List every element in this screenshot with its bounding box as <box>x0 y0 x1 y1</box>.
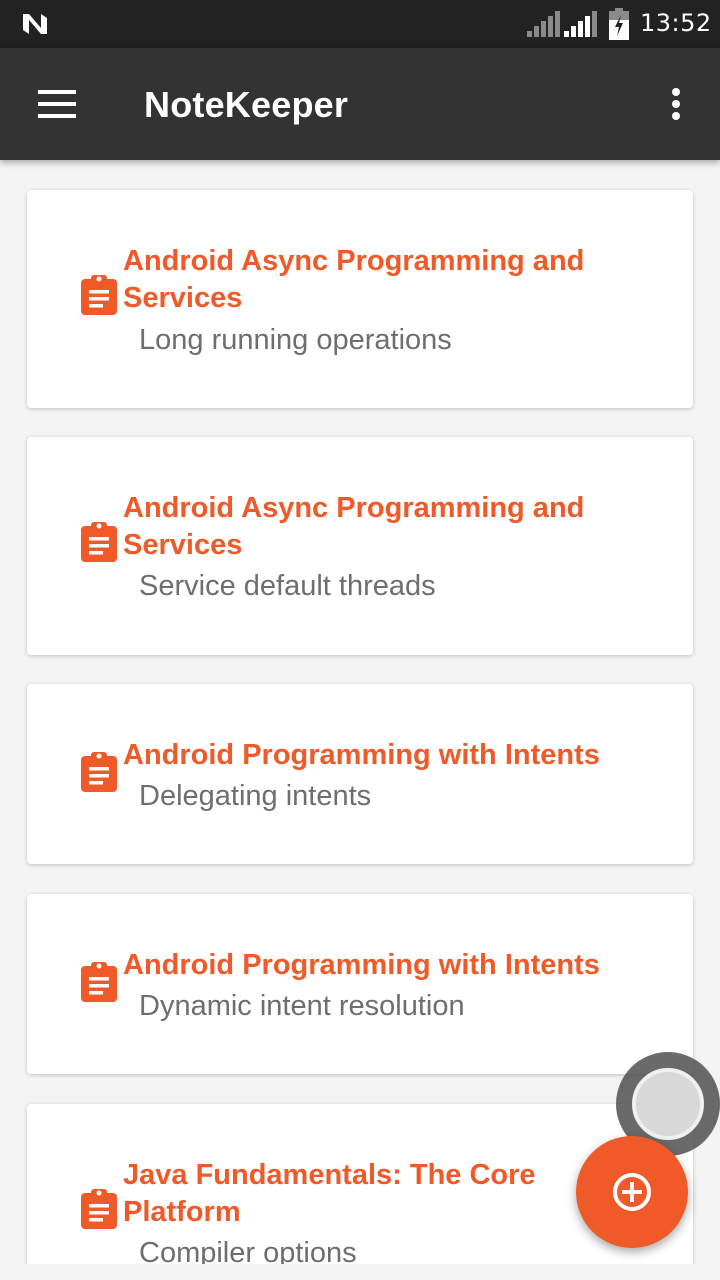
note-title-text: Long running operations <box>139 324 452 356</box>
assignment-icon <box>81 275 117 315</box>
assignment-icon <box>81 962 117 1002</box>
note-title-text: Compiler options <box>139 1237 357 1264</box>
note-course-title: Java Fundamentals: The Core Platform <box>123 1159 536 1228</box>
clock: 13:52 <box>640 9 712 37</box>
note-course-title: Android Async Programming and Services <box>123 492 585 561</box>
note-course-title: Android Programming with Intents <box>123 949 600 981</box>
assignment-icon <box>81 752 117 792</box>
assignment-icon <box>81 522 117 562</box>
signal-icon <box>527 11 560 37</box>
note-title-text: Delegating intents <box>139 780 372 812</box>
hamburger-menu-icon[interactable] <box>24 78 88 130</box>
battery-icon <box>609 8 629 40</box>
note-card[interactable]: Android Async Programming and Services L… <box>27 190 693 408</box>
status-bar: 13:52 <box>0 0 720 48</box>
note-title-text: Service default threads <box>139 570 436 602</box>
note-card[interactable]: Android Async Programming and Services S… <box>27 437 693 655</box>
app-bar: NoteKeeper <box>0 48 720 160</box>
n-logo-icon <box>23 14 47 34</box>
bottom-strip <box>0 1264 720 1280</box>
note-title-text: Dynamic intent resolution <box>139 990 465 1022</box>
app-title: NoteKeeper <box>144 84 349 125</box>
add-circle-icon <box>613 1173 651 1211</box>
note-card[interactable]: Android Programming with Intents Dynamic… <box>27 894 693 1074</box>
note-list[interactable]: Android Async Programming and Services L… <box>0 160 720 1264</box>
add-note-fab[interactable] <box>576 1136 688 1248</box>
note-course-title: Android Async Programming and Services <box>123 245 585 314</box>
more-vert-icon[interactable] <box>654 82 698 126</box>
touch-indicator-center <box>632 1068 704 1140</box>
signal-icon <box>564 11 597 37</box>
assignment-icon <box>81 1189 117 1229</box>
note-card[interactable]: Android Programming with Intents Delegat… <box>27 684 693 864</box>
note-course-title: Android Programming with Intents <box>123 739 600 771</box>
